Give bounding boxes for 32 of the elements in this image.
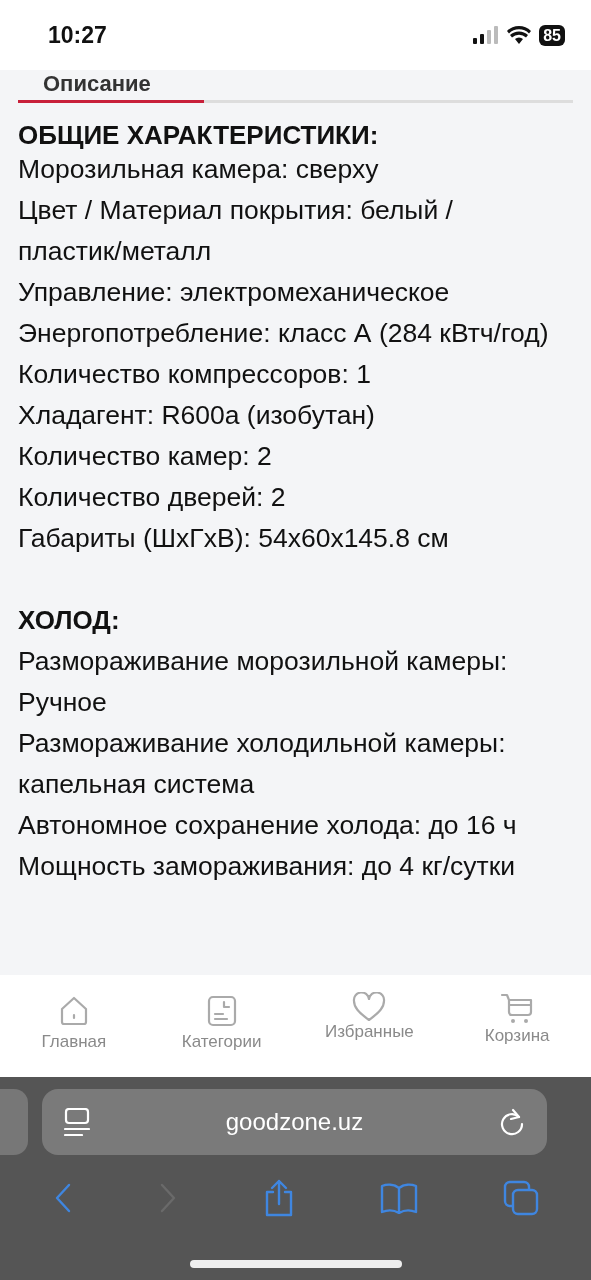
cart-icon	[500, 992, 535, 1026]
spec-line: Цвет / Материал покрытия: белый / пластик/металл	[18, 194, 454, 268]
spec-line: Размораживание холодильной камеры: капельная система	[18, 727, 507, 801]
spec-line: Мощность замораживания: до 4 кг/сутки	[18, 850, 517, 883]
wifi-icon	[507, 26, 532, 44]
heart-icon	[352, 992, 387, 1022]
clock: 10:27	[48, 21, 107, 49]
page-menu-icon	[64, 1108, 90, 1136]
signal-icon	[473, 26, 500, 44]
nav-item[interactable]: Корзина	[443, 991, 591, 1047]
nav-item[interactable]: Избранные	[295, 991, 444, 1043]
battery-level: 85	[539, 24, 565, 46]
spec-line: Хладагент: R600a (изобутан)	[18, 399, 376, 432]
spec-line: Энергопотребление: класс А (284 кВтч/год)	[18, 317, 550, 350]
description-tab[interactable]: Описание	[43, 71, 151, 96]
address-bar[interactable]: goodzone.uz	[42, 1089, 547, 1155]
previous-tab-preview[interactable]	[0, 1089, 28, 1155]
spec-line: Морозильная камера: сверху	[18, 153, 380, 186]
book-icon[interactable]	[379, 1182, 418, 1214]
section-heading: ОБЩИЕ ХАРАКТЕРИСТИКИ:	[18, 121, 379, 149]
spec-line: Автономное сохранение холода: до 16 ч	[18, 809, 518, 842]
spec-line: Количество компрессоров: 1	[18, 358, 372, 391]
tabs-icon[interactable]	[502, 1180, 539, 1216]
nav-item[interactable]: Категории	[147, 993, 296, 1053]
section-heading: ХОЛОД:	[18, 604, 121, 637]
reload-icon[interactable]	[499, 1108, 525, 1136]
nav-item[interactable]: Главная	[0, 993, 148, 1053]
spec-line: Управление: электромеханическое	[18, 276, 451, 309]
spec-line: Размораживание морозильной камеры: Ручное	[18, 645, 509, 719]
spec-line: Количество дверей: 2	[18, 481, 287, 514]
spec-line: Габариты (ШхГхВ): 54x60x145.8 см	[18, 522, 450, 555]
spec-line: Количество камер: 2	[18, 440, 273, 473]
